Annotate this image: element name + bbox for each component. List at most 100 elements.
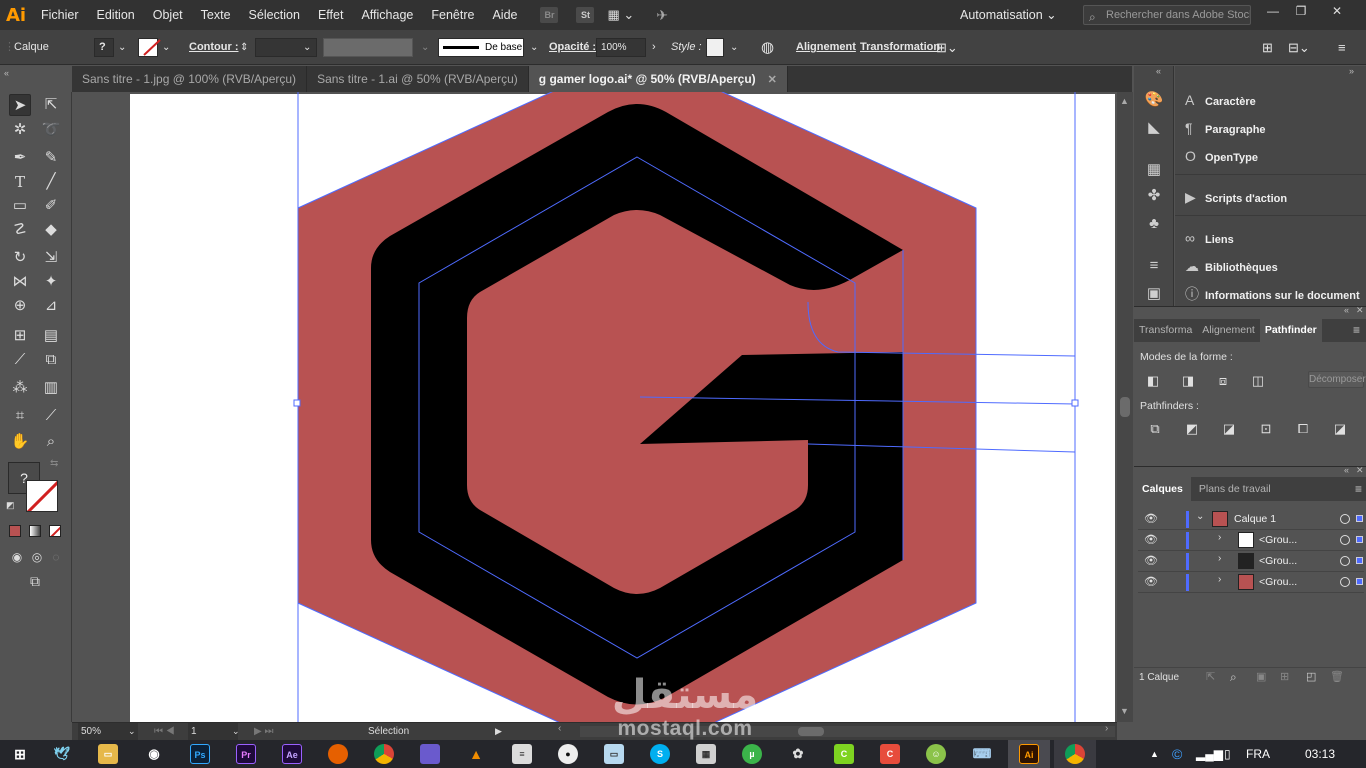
artboard-number-input[interactable]: 1 (188, 723, 238, 740)
tab-pathfinder[interactable]: Pathfinder (1259, 319, 1322, 342)
layers-collapse-icon[interactable]: « (1344, 465, 1349, 475)
transparency-panel-icon[interactable]: ▣ (1144, 284, 1164, 304)
language-indicator[interactable]: FRA (1246, 740, 1270, 768)
column-graph-tool-icon[interactable]: ▥ (40, 377, 62, 399)
layer-name[interactable]: Calque 1 (1234, 509, 1276, 530)
stroke-weight-chevron-icon[interactable]: ⌄ (303, 30, 311, 65)
close-window-button[interactable]: ✕ (1326, 3, 1348, 19)
merge-icon[interactable]: ◪ (1220, 421, 1238, 437)
panel-caractere[interactable]: A Caractère (1185, 88, 1256, 112)
menu-edition[interactable]: Edition (88, 0, 144, 30)
zoom-chevron-icon[interactable]: ⌄ (128, 723, 136, 740)
stroke-panel-icon[interactable]: ≡ (1144, 256, 1164, 276)
layer-row[interactable]: 👁 ⌄ Calque 1 (1138, 509, 1364, 530)
visibility-eye-icon[interactable]: 👁 (1144, 554, 1158, 567)
photoshop-icon[interactable]: Ps (190, 744, 210, 764)
tray-app-icon[interactable]: © (1172, 740, 1182, 768)
restore-window-button[interactable]: ❐ (1290, 3, 1312, 19)
document-setup-icon[interactable]: ⊟⌄ (1288, 30, 1310, 65)
stroke-swatch-none[interactable] (26, 480, 58, 512)
expand-group-chevron-icon[interactable]: › (1218, 553, 1221, 564)
outline-icon[interactable]: ⧠ (1294, 421, 1312, 437)
stock-button[interactable]: St (576, 7, 595, 23)
last-artboard-icon[interactable]: ▶ ⏭ (254, 723, 273, 740)
layers-menu-icon[interactable]: ≡ (1355, 477, 1362, 501)
illustrator-taskbar-button[interactable]: Ai (1008, 740, 1050, 768)
tab-calques[interactable]: Calques (1134, 477, 1191, 501)
canvas-area[interactable] (72, 92, 1117, 722)
premiere-icon[interactable]: Pr (236, 744, 256, 764)
panel-informations-document[interactable]: ⓘ Informations sur le document (1185, 282, 1360, 306)
blend-tool-icon[interactable]: ⧉ (40, 349, 62, 371)
divide-icon[interactable]: ⧉ (1146, 421, 1164, 437)
symbol-sprayer-tool-icon[interactable]: ⁂ (9, 377, 31, 399)
group-target-icon[interactable] (1340, 556, 1350, 566)
app-bird-icon[interactable]: 🕊 (52, 744, 72, 764)
chrome-icon[interactable] (374, 744, 394, 764)
panel-paragraphe[interactable]: ¶ Paragraphe (1185, 116, 1266, 140)
rotate-tool-icon[interactable]: ↻ (9, 247, 31, 269)
rectangle-tool-icon[interactable]: ▭ (9, 195, 31, 217)
brushes-icon[interactable]: ✤ (1144, 186, 1164, 206)
new-layer-icon[interactable]: ◰ (1306, 670, 1316, 683)
gradient-mode-button[interactable] (29, 525, 41, 537)
tab-document-2[interactable]: Sans titre - 1.ai @ 50% (RVB/Aperçu) (307, 66, 529, 92)
notepad-icon[interactable]: ≡ (512, 744, 532, 764)
collapse-tools-icon[interactable]: « (4, 68, 9, 78)
tab-transformation[interactable]: Transforma (1134, 319, 1197, 342)
scroll-right-icon[interactable]: › (1105, 723, 1108, 734)
gpu-performance-icon[interactable]: ✈ (656, 7, 668, 24)
hand-tool-icon[interactable]: ✋ (9, 431, 31, 453)
vertical-scrollbar[interactable]: ▲ ▼ (1117, 92, 1133, 722)
windows-start-icon[interactable]: ⊞ (10, 744, 30, 764)
network-icon[interactable]: ▂▄▆ (1196, 740, 1223, 768)
menu-fenetre[interactable]: Fenêtre (422, 0, 483, 30)
tab-document-1[interactable]: Sans titre - 1.jpg @ 100% (RVB/Aperçu) (72, 66, 308, 92)
intersect-icon[interactable]: ⧈ (1214, 373, 1232, 389)
export-icon[interactable]: ⇱ (1206, 670, 1215, 683)
first-artboard-icon[interactable]: ⏮ ◀ (154, 723, 175, 740)
panel-scripts-action[interactable]: ▶ Scripts d'action (1185, 185, 1287, 209)
layer-row[interactable]: 👁 › <Grou... (1138, 530, 1364, 551)
gradient-panel-icon[interactable]: ◣ (1144, 118, 1164, 138)
recolor-artwork-icon[interactable]: ◍ (761, 30, 774, 65)
artwork[interactable] (72, 92, 1117, 722)
skype-icon[interactable]: S (650, 744, 670, 764)
tab-document-3[interactable]: g gamer logo.ai* @ 50% (RVB/Aperçu) ✕ (528, 66, 788, 92)
exclude-icon[interactable]: ◫ (1249, 373, 1267, 389)
screen-mode-icon[interactable]: ⧉ (24, 570, 46, 592)
group-name[interactable]: <Grou... (1259, 572, 1297, 593)
battery-icon[interactable]: ▯ (1224, 740, 1231, 768)
slice-tool-icon[interactable]: ⟋ (40, 405, 62, 427)
default-fill-stroke-icon[interactable]: ◩ (6, 500, 15, 511)
group-selection-indicator[interactable] (1356, 578, 1363, 585)
scale-tool-icon[interactable]: ⇲ (40, 247, 62, 269)
stroke-dropdown-chevron-icon[interactable]: ⌄ (162, 30, 170, 65)
expand-button[interactable]: Décomposer (1308, 371, 1366, 388)
app-image-icon[interactable] (420, 744, 440, 764)
align-panel-link[interactable]: Alignement (796, 30, 856, 65)
layer-row[interactable]: 👁 › <Grou... (1138, 572, 1364, 593)
eraser-tool-icon[interactable]: ◆ (40, 219, 62, 241)
zoom-tool-icon[interactable]: ⌕ (40, 431, 62, 453)
app-paint-icon[interactable]: ✿ (788, 744, 808, 764)
panel-liens[interactable]: ∞ Liens (1185, 226, 1234, 250)
layers-close-icon[interactable]: ✕ (1356, 465, 1364, 476)
unite-icon[interactable]: ◧ (1144, 373, 1162, 389)
opacity-input[interactable]: 100% (596, 38, 646, 57)
paintbrush-tool-icon[interactable]: ✐ (40, 195, 62, 217)
vertical-scroll-thumb[interactable] (1120, 397, 1130, 417)
stroke-swatch[interactable] (138, 38, 161, 57)
delete-layer-icon[interactable]: 🗑 (1330, 670, 1344, 683)
firefox-icon[interactable] (328, 744, 348, 764)
bounding-box-handle-left[interactable] (293, 399, 301, 407)
artboard-tool-icon[interactable]: ⌗ (9, 405, 31, 427)
variable-width-profile[interactable] (323, 38, 413, 57)
minimize-window-button[interactable]: — (1262, 3, 1284, 19)
shape-builder-tool-icon[interactable]: ⊕ (9, 295, 31, 317)
stroke-panel-link[interactable]: Contour : (189, 30, 238, 65)
style-chevron-icon[interactable]: ⌄ (730, 30, 738, 65)
stroke-weight-stepper[interactable]: ⇕ (240, 30, 248, 65)
transform-panel-link[interactable]: Transformation (860, 30, 940, 65)
menu-texte[interactable]: Texte (192, 0, 240, 30)
